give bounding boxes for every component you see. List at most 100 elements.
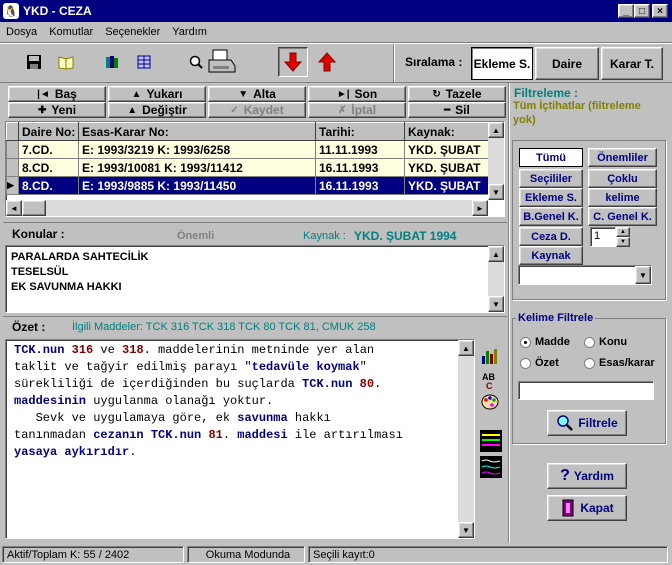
nav-r2-4-button[interactable]: ━ Sil [408, 102, 506, 118]
scroll-up-icon[interactable]: ▲ [488, 122, 504, 138]
nav-r2-1-button[interactable]: ▲ Değiştir [108, 102, 206, 118]
ozet-segment: yasaya aykırıdır [14, 445, 130, 459]
table-row[interactable]: ▶ 8.CD. E: 1993/9885 K: 1993/11450 16.11.19… [6, 176, 490, 195]
highlight-lines-icon[interactable] [480, 456, 502, 478]
chevron-down-icon[interactable]: ▼ [635, 266, 651, 284]
kapat-button[interactable]: Kapat [547, 495, 627, 521]
cell-esas[interactable]: E: 1993/10081 K: 1993/11412 [78, 158, 316, 177]
arrow-up-icon[interactable] [315, 50, 339, 74]
filter-kaynak-button[interactable]: Kaynak [519, 246, 583, 265]
ozet-segment [352, 377, 359, 391]
cell-kaynak[interactable]: YKD. ŞUBAT [404, 158, 490, 177]
filter-dropdown[interactable]: ▼ [518, 265, 652, 285]
scroll-thumb[interactable] [22, 200, 46, 216]
menu-komutlar[interactable]: Komutlar [43, 26, 99, 38]
filter-ekleme-s-button[interactable]: Ekleme S. [519, 188, 583, 207]
color-lines-icon[interactable] [480, 430, 502, 452]
sort-daire-button[interactable]: Daire [535, 47, 599, 80]
cell-esas[interactable]: E: 1993/3219 K: 1993/6258 [78, 140, 316, 159]
count-spinner-input[interactable]: 1 [590, 227, 616, 247]
minimize-button[interactable]: _ [618, 4, 634, 18]
filter-tumu-button[interactable]: Tümü [519, 148, 583, 167]
konu-item[interactable]: TESELSÜL [11, 265, 499, 280]
kelime-input[interactable] [518, 381, 654, 400]
cell-daire[interactable]: 8.CD. [18, 176, 79, 195]
konular-list[interactable]: PARALARDA SAHTECİLİK TESELSÜL EK SAVUNMA… [5, 245, 505, 313]
yardim-button[interactable]: ? Yardım [547, 463, 627, 489]
nav-r1-3-button[interactable]: ►| Son [308, 86, 406, 102]
palette-icon[interactable] [480, 392, 502, 414]
nav-r2-0-button[interactable]: ✚ Yeni [8, 102, 106, 118]
status-selected: Seçili kayıt:0 [308, 546, 668, 563]
cell-tarih[interactable]: 16.11.1993 [315, 158, 405, 177]
cell-esas[interactable]: E: 1993/9885 K: 1993/11450 [78, 176, 316, 195]
filter-secililer-button[interactable]: Seçililer [519, 169, 583, 188]
cell-tarih[interactable]: 11.11.1993 [315, 140, 405, 159]
ozet-line: tanınmadan cezanın TCK.nun 81. maddesi i… [14, 427, 454, 444]
nav-r1-2-button[interactable]: ▼ Alta [208, 86, 306, 102]
col-header-daire[interactable]: Daire No: [18, 122, 79, 141]
filter-c-genel-k-button[interactable]: C. Genel K. [588, 207, 657, 226]
scroll-down-icon[interactable]: ▼ [488, 296, 504, 312]
ozet-vscrollbar[interactable]: ▲ ▼ [458, 340, 474, 538]
grid-hscrollbar[interactable]: ◄ ► [6, 200, 488, 216]
nav-r1-0-button[interactable]: |◄ Baş [8, 86, 106, 102]
arrow-down-icon[interactable] [278, 47, 308, 77]
nav-r1-4-button[interactable]: ↻ Tazele [408, 86, 506, 102]
scroll-down-icon[interactable]: ▼ [458, 522, 474, 538]
spin-down-icon[interactable]: ▼ [616, 237, 630, 247]
records-grid[interactable]: Daire No: Esas-Karar No: Tarihi: Kaynak:… [5, 121, 505, 217]
col-header-esas[interactable]: Esas-Karar No: [78, 122, 316, 141]
printer-icon[interactable] [206, 46, 238, 78]
col-header-kaynak[interactable]: Kaynak: [404, 122, 490, 141]
menu-secenekler[interactable]: Seçenekler [99, 26, 166, 38]
search-icon[interactable] [184, 50, 208, 74]
save-icon[interactable] [22, 50, 46, 74]
nav-r1-1-button[interactable]: ▲ Yukarı [108, 86, 206, 102]
scroll-up-icon[interactable]: ▲ [488, 246, 504, 262]
close-button[interactable]: × [652, 4, 668, 18]
scroll-left-icon[interactable]: ◄ [6, 200, 22, 216]
col-header-tarih[interactable]: Tarihi: [315, 122, 405, 141]
cell-daire[interactable]: 7.CD. [18, 140, 79, 159]
menu-dosya[interactable]: Dosya [0, 26, 43, 38]
konu-item[interactable]: EK SAVUNMA HAKKI [11, 280, 499, 295]
menu-yardim[interactable]: Yardım [166, 26, 213, 38]
spellcheck-icon[interactable]: AB C [480, 370, 502, 392]
radio-esas-karar[interactable]: Esas/karar [584, 357, 655, 369]
chart-icon[interactable] [480, 346, 502, 368]
nav-0-icon: ✚ [37, 104, 47, 116]
sort-karar-button[interactable]: Karar T. [601, 47, 663, 80]
table-row[interactable]: 8.CD. E: 1993/10081 K: 1993/11412 16.11.19… [6, 158, 490, 177]
spin-up-icon[interactable]: ▲ [616, 227, 630, 237]
grid-vscrollbar[interactable]: ▲ ▼ [488, 122, 504, 200]
sort-ekleme-button[interactable]: Ekleme S. [471, 47, 533, 80]
table-row[interactable]: 7.CD. E: 1993/3219 K: 1993/6258 11.11.1993… [6, 140, 490, 159]
title-bar[interactable]: 🐧 YKD - CEZA _ □ × [0, 0, 672, 22]
filter-b-genel-k-button[interactable]: B.Genel K. [519, 207, 583, 226]
konu-item[interactable]: PARALARDA SAHTECİLİK [11, 250, 499, 265]
maximize-button[interactable]: □ [634, 4, 650, 18]
scroll-up-icon[interactable]: ▲ [458, 340, 474, 356]
radio-ozet[interactable]: Özet [520, 357, 559, 369]
grid-book-icon[interactable] [132, 50, 156, 74]
open-book-icon[interactable] [54, 50, 78, 74]
cell-daire[interactable]: 8.CD. [18, 158, 79, 177]
filter-coklu-button[interactable]: Çoklu [588, 169, 657, 188]
ozet-text[interactable]: TCK.nun 316 ve 318. maddelerinin metnind… [5, 339, 475, 539]
konular-vscrollbar[interactable]: ▲ ▼ [488, 246, 504, 312]
cell-tarih[interactable]: 16.11.1993 [315, 176, 405, 195]
nav-r2-3-button[interactable]: ✗ İptal [308, 102, 406, 118]
cell-kaynak[interactable]: YKD. ŞUBAT [404, 140, 490, 159]
books-icon[interactable] [100, 50, 124, 74]
scroll-right-icon[interactable]: ► [472, 200, 488, 216]
filter-kelime-button[interactable]: kelime [588, 188, 657, 207]
filter-onemliler-button[interactable]: Önemliler [588, 148, 657, 167]
scroll-down-icon[interactable]: ▼ [488, 184, 504, 200]
radio-madde[interactable]: Madde [520, 336, 570, 348]
cell-kaynak[interactable]: YKD. ŞUBAT [404, 176, 490, 195]
filter-ceza-d-button[interactable]: Ceza D. [519, 227, 583, 246]
radio-konu[interactable]: Konu [584, 336, 627, 348]
nav-r2-2-button[interactable]: ✓ Kaydet [208, 102, 306, 118]
filtrele-button[interactable]: Filtrele [547, 410, 627, 436]
